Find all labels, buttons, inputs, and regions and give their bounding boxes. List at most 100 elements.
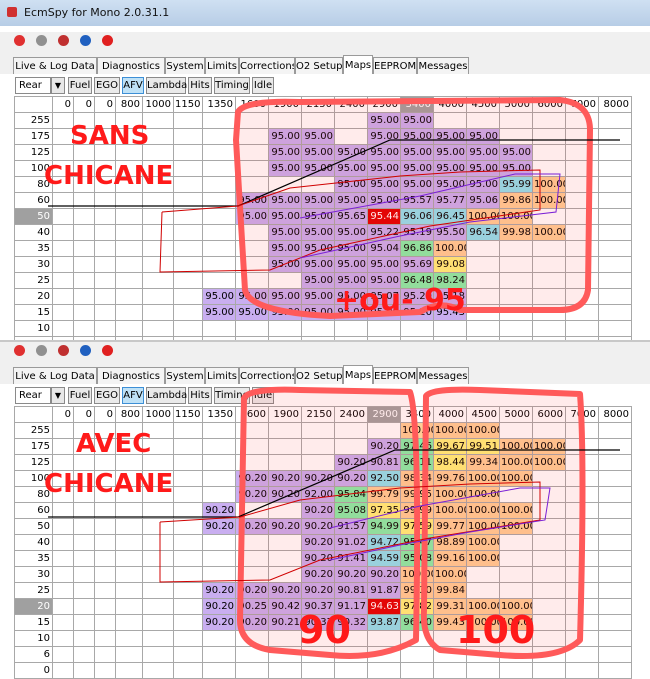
- map-cell[interactable]: [202, 454, 236, 471]
- map-cell[interactable]: [400, 320, 434, 337]
- map-cell[interactable]: 95.47: [400, 534, 434, 551]
- map-cell[interactable]: 96.54: [466, 224, 500, 241]
- map-cell[interactable]: [565, 192, 599, 209]
- map-cell[interactable]: [235, 454, 269, 471]
- map-cell[interactable]: [142, 614, 174, 631]
- map-cell[interactable]: 97.59: [400, 518, 434, 535]
- map-cell[interactable]: [202, 320, 236, 337]
- map-cell[interactable]: [532, 288, 566, 305]
- map-cell[interactable]: [499, 272, 533, 289]
- map-cell[interactable]: [52, 646, 74, 663]
- tab-corrections[interactable]: Corrections: [239, 367, 295, 384]
- map-cell[interactable]: [235, 240, 269, 257]
- map-cell[interactable]: [115, 534, 143, 551]
- map-cell[interactable]: 90.42: [268, 598, 302, 615]
- map-cell[interactable]: [142, 224, 174, 241]
- map-cell[interactable]: 95.00: [433, 176, 467, 193]
- map-cell[interactable]: [115, 192, 143, 209]
- map-cell[interactable]: [173, 438, 203, 455]
- map-cell[interactable]: 95.00: [367, 128, 401, 145]
- map-cell[interactable]: [367, 422, 401, 439]
- map-cell[interactable]: [73, 598, 95, 615]
- map-button-hits[interactable]: Hits: [188, 77, 212, 94]
- map-cell[interactable]: [565, 614, 599, 631]
- map-cell[interactable]: [142, 630, 174, 647]
- map-cell[interactable]: [268, 438, 302, 455]
- map-cell[interactable]: 90.20: [301, 470, 335, 487]
- map-cell[interactable]: [532, 502, 566, 519]
- map-cell[interactable]: [598, 566, 632, 583]
- map-cell[interactable]: [499, 662, 533, 679]
- map-cell[interactable]: [202, 470, 236, 487]
- map-cell[interactable]: 90.20: [235, 614, 269, 631]
- map-cell[interactable]: 95.00: [235, 208, 269, 225]
- map-cell[interactable]: [598, 128, 632, 145]
- map-cell[interactable]: 95.00: [268, 128, 302, 145]
- map-cell[interactable]: [532, 144, 566, 161]
- map-cell[interactable]: [73, 566, 95, 583]
- map-cell[interactable]: 99.16: [433, 550, 467, 567]
- map-cell[interactable]: 100.00: [433, 566, 467, 583]
- map-cell[interactable]: [142, 240, 174, 257]
- map-cell[interactable]: [565, 486, 599, 503]
- map-cell[interactable]: 90.20: [367, 438, 401, 455]
- map-cell[interactable]: [73, 224, 95, 241]
- map-cell[interactable]: [598, 662, 632, 679]
- map-cell[interactable]: 99.84: [433, 582, 467, 599]
- map-cell[interactable]: [598, 630, 632, 647]
- map-cell[interactable]: 90.20: [235, 518, 269, 535]
- map-cell[interactable]: [466, 288, 500, 305]
- map-cell[interactable]: [73, 630, 95, 647]
- map-cell[interactable]: [94, 256, 116, 273]
- map-button-ego[interactable]: EGO: [94, 387, 120, 404]
- map-cell[interactable]: [565, 518, 599, 535]
- map-cell[interactable]: [142, 272, 174, 289]
- map-cell[interactable]: [52, 320, 74, 337]
- map-cell[interactable]: [565, 320, 599, 337]
- map-cell[interactable]: [115, 550, 143, 567]
- map-cell[interactable]: 90.20: [235, 470, 269, 487]
- map-cell[interactable]: 99.79: [367, 486, 401, 503]
- map-cell[interactable]: 95.00: [499, 144, 533, 161]
- map-cell[interactable]: [235, 256, 269, 273]
- map-cell[interactable]: 100.00: [532, 224, 566, 241]
- map-cell[interactable]: [115, 614, 143, 631]
- map-button-fuel[interactable]: Fuel: [68, 387, 92, 404]
- map-cell[interactable]: [94, 566, 116, 583]
- map-cell[interactable]: [334, 128, 368, 145]
- map-cell[interactable]: [115, 582, 143, 599]
- disconnect-icon[interactable]: [36, 35, 47, 46]
- map-cell[interactable]: 99.95: [400, 486, 434, 503]
- map-cell[interactable]: 100.00: [499, 454, 533, 471]
- map-cell[interactable]: [94, 192, 116, 209]
- map-cell[interactable]: 94.59: [367, 550, 401, 567]
- map-cell[interactable]: [142, 646, 174, 663]
- map-cell[interactable]: [334, 422, 368, 439]
- map-cell[interactable]: 90.20: [235, 582, 269, 599]
- map-cell[interactable]: 95.04: [367, 240, 401, 257]
- map-cell[interactable]: 100.00: [466, 208, 500, 225]
- map-cell[interactable]: [142, 518, 174, 535]
- map-cell[interactable]: 95.00: [367, 176, 401, 193]
- map-cell[interactable]: 94.72: [367, 534, 401, 551]
- map-cell[interactable]: 94.99: [367, 518, 401, 535]
- map-cell[interactable]: 100.00: [466, 550, 500, 567]
- tab-limits[interactable]: Limits: [205, 57, 239, 74]
- map-cell[interactable]: 90.20: [301, 518, 335, 535]
- map-cell[interactable]: 95.99: [499, 176, 533, 193]
- map-cell[interactable]: [202, 566, 236, 583]
- map-cell[interactable]: 95.00: [301, 288, 335, 305]
- tab-live-log-data[interactable]: Live & Log Data: [13, 57, 97, 74]
- map-cell[interactable]: 99.86: [499, 192, 533, 209]
- map-cell[interactable]: [173, 566, 203, 583]
- map-cell[interactable]: [235, 176, 269, 193]
- map-cell[interactable]: 95.00: [301, 192, 335, 209]
- map-cell[interactable]: [73, 614, 95, 631]
- map-cell[interactable]: [73, 272, 95, 289]
- map-cell[interactable]: [598, 454, 632, 471]
- map-cell[interactable]: 92.50: [367, 470, 401, 487]
- map-cell[interactable]: [532, 550, 566, 567]
- map-cell[interactable]: [73, 208, 95, 225]
- map-cell[interactable]: [173, 192, 203, 209]
- map-cell[interactable]: [268, 422, 302, 439]
